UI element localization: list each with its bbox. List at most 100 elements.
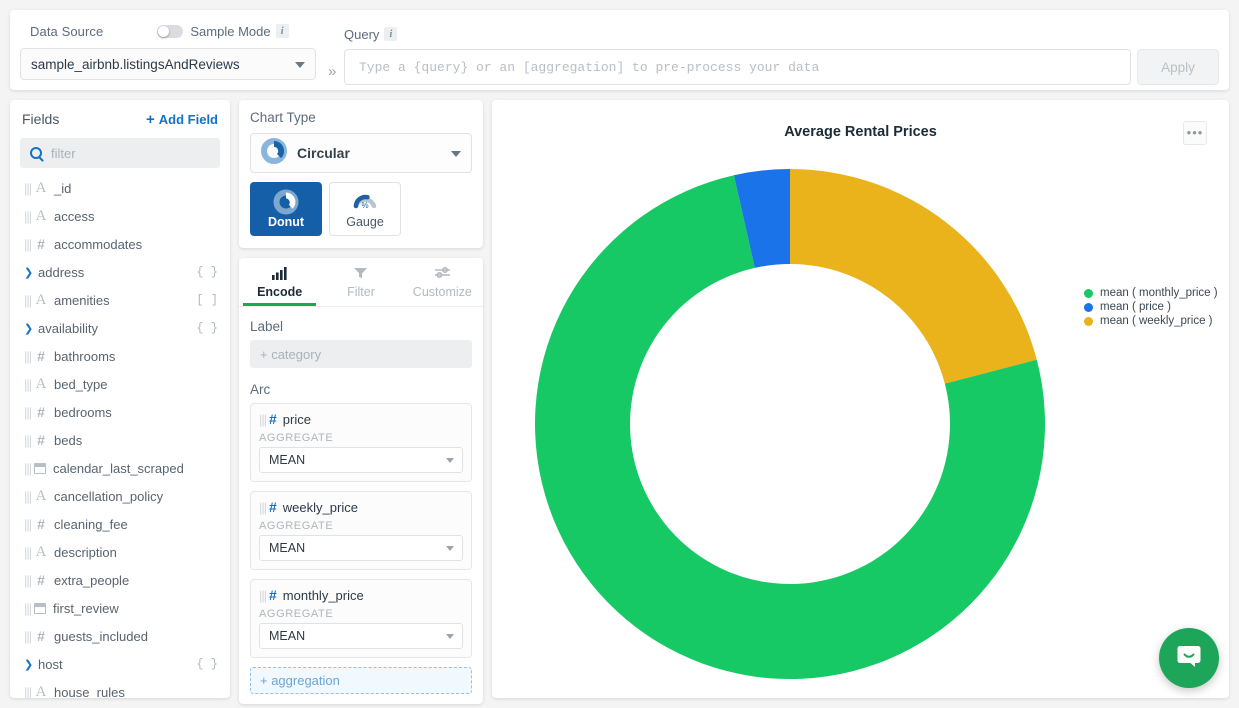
apply-button[interactable]: Apply bbox=[1137, 49, 1219, 85]
drag-handle-icon[interactable]: ||| bbox=[24, 545, 32, 560]
drag-handle-icon[interactable]: ||| bbox=[24, 629, 32, 644]
string-type-icon: A bbox=[32, 376, 50, 393]
expand-icon[interactable]: ❯ bbox=[24, 266, 38, 279]
chart-type-title: Chart Type bbox=[250, 110, 472, 125]
field-row-bed_type[interactable]: |||Abed_type bbox=[10, 370, 230, 398]
tab-label: Filter bbox=[347, 285, 375, 299]
data-source-select[interactable]: sample_airbnb.listingsAndReviews bbox=[20, 48, 316, 80]
chart-config-column: Chart Type Circular Donut %Gauge Encode Fi… bbox=[239, 100, 483, 704]
query-input[interactable] bbox=[344, 49, 1131, 85]
arc-channel-price[interactable]: |||#priceAGGREGATEMEAN bbox=[250, 403, 472, 482]
drag-handle-icon[interactable]: ||| bbox=[24, 685, 32, 699]
channel-field-name: monthly_price bbox=[283, 588, 364, 603]
drag-handle-icon[interactable]: ||| bbox=[24, 517, 32, 532]
number-type-icon: # bbox=[32, 348, 50, 364]
arc-channel-weekly_price[interactable]: |||#weekly_priceAGGREGATEMEAN bbox=[250, 491, 472, 570]
chat-launcher-button[interactable] bbox=[1159, 628, 1219, 688]
chevron-down-icon bbox=[451, 151, 461, 157]
aggregate-caption: AGGREGATE bbox=[259, 520, 463, 532]
field-row-access[interactable]: |||Aaccess bbox=[10, 202, 230, 230]
legend-item[interactable]: mean ( price ) bbox=[1084, 300, 1218, 314]
chart-type-card: Chart Type Circular Donut %Gauge bbox=[239, 100, 483, 248]
field-row-host[interactable]: ❯host{ } bbox=[10, 650, 230, 678]
chart-panel: Average Rental Prices ••• mean ( monthly… bbox=[492, 100, 1229, 698]
field-filter-box[interactable]: filter bbox=[20, 138, 220, 168]
drag-handle-icon[interactable]: ||| bbox=[24, 181, 32, 196]
add-aggregation-button[interactable]: + aggregation bbox=[250, 667, 472, 694]
field-row-bedrooms[interactable]: |||#bedrooms bbox=[10, 398, 230, 426]
expand-icon[interactable]: ❯ bbox=[24, 322, 38, 335]
field-name: availability bbox=[38, 321, 196, 336]
chart-type-option-label: Donut bbox=[268, 215, 304, 229]
aggregate-select[interactable]: MEAN bbox=[259, 623, 463, 649]
drag-handle-icon[interactable]: ||| bbox=[24, 461, 32, 476]
drag-handle-icon[interactable]: ||| bbox=[259, 412, 267, 427]
chart-type-gauge-button[interactable]: %Gauge bbox=[329, 182, 401, 236]
field-row-description[interactable]: |||Adescription bbox=[10, 538, 230, 566]
field-type-tag: { } bbox=[196, 657, 218, 671]
calendar-icon bbox=[34, 603, 46, 614]
legend-item[interactable]: mean ( weekly_price ) bbox=[1084, 314, 1218, 328]
chart-legend: mean ( monthly_price )mean ( price )mean… bbox=[1084, 286, 1218, 328]
info-icon[interactable]: i bbox=[276, 24, 289, 38]
tab-customize[interactable]: Customize bbox=[402, 258, 483, 306]
drag-handle-icon[interactable]: ||| bbox=[24, 377, 32, 392]
chart-type-select[interactable]: Circular bbox=[250, 133, 472, 173]
field-row-_id[interactable]: |||A_id bbox=[10, 174, 230, 202]
chart-type-option-label: Gauge bbox=[346, 215, 384, 229]
encode-tab-icon bbox=[271, 266, 288, 283]
field-row-accommodates[interactable]: |||#accommodates bbox=[10, 230, 230, 258]
aggregate-select[interactable]: MEAN bbox=[259, 535, 463, 561]
field-row-availability[interactable]: ❯availability{ } bbox=[10, 314, 230, 342]
expand-panel-button[interactable]: » bbox=[328, 63, 336, 80]
drag-handle-icon[interactable]: ||| bbox=[24, 293, 32, 308]
donut-chart[interactable] bbox=[492, 100, 1229, 698]
drag-handle-icon[interactable]: ||| bbox=[24, 237, 32, 252]
add-field-button[interactable]: + Add Field bbox=[146, 111, 218, 128]
field-row-amenities[interactable]: |||Aamenities[ ] bbox=[10, 286, 230, 314]
label-section-title: Label bbox=[250, 319, 472, 334]
field-row-beds[interactable]: |||#beds bbox=[10, 426, 230, 454]
drag-handle-icon[interactable]: ||| bbox=[259, 588, 267, 603]
field-row-house_rules[interactable]: |||Ahouse_rules bbox=[10, 678, 230, 698]
sample-mode-toggle[interactable] bbox=[157, 25, 183, 38]
drag-handle-icon[interactable]: ||| bbox=[259, 500, 267, 515]
field-type-tag: { } bbox=[196, 265, 218, 279]
field-row-cancellation_policy[interactable]: |||Acancellation_policy bbox=[10, 482, 230, 510]
drag-handle-icon[interactable]: ||| bbox=[24, 573, 32, 588]
tab-filter[interactable]: Filter bbox=[320, 258, 401, 306]
field-row-address[interactable]: ❯address{ } bbox=[10, 258, 230, 286]
channel-header: |||#price bbox=[259, 411, 463, 427]
aggregate-select[interactable]: MEAN bbox=[259, 447, 463, 473]
top-toolbar: Data Source Sample Mode i sample_airbnb.… bbox=[10, 10, 1229, 90]
chart-type-donut-button[interactable]: Donut bbox=[250, 182, 322, 236]
drag-handle-icon[interactable]: ||| bbox=[24, 433, 32, 448]
number-type-icon: # bbox=[32, 404, 50, 420]
field-row-first_review[interactable]: |||first_review bbox=[10, 594, 230, 622]
expand-icon[interactable]: ❯ bbox=[24, 658, 38, 671]
drag-handle-icon[interactable]: ||| bbox=[24, 601, 32, 616]
query-info-icon[interactable]: i bbox=[384, 27, 397, 41]
drag-handle-icon[interactable]: ||| bbox=[24, 405, 32, 420]
label-dropzone[interactable]: + category bbox=[250, 340, 472, 368]
field-row-guests_included[interactable]: |||#guests_included bbox=[10, 622, 230, 650]
section-spacer bbox=[250, 368, 472, 382]
tab-encode[interactable]: Encode bbox=[239, 258, 320, 306]
field-name: _id bbox=[54, 181, 218, 196]
field-row-bathrooms[interactable]: |||#bathrooms bbox=[10, 342, 230, 370]
field-row-extra_people[interactable]: |||#extra_people bbox=[10, 566, 230, 594]
string-type-icon: A bbox=[32, 488, 50, 505]
donut-slice-meanweekly_price[interactable] bbox=[790, 169, 1037, 384]
arc-channel-monthly_price[interactable]: |||#monthly_priceAGGREGATEMEAN bbox=[250, 579, 472, 658]
aggregate-value: MEAN bbox=[269, 453, 305, 467]
field-row-cleaning_fee[interactable]: |||#cleaning_fee bbox=[10, 510, 230, 538]
drag-handle-icon[interactable]: ||| bbox=[24, 489, 32, 504]
field-name: bed_type bbox=[54, 377, 218, 392]
legend-item[interactable]: mean ( monthly_price ) bbox=[1084, 286, 1218, 300]
donut-icon bbox=[273, 189, 299, 215]
legend-label: mean ( weekly_price ) bbox=[1100, 315, 1212, 327]
drag-handle-icon[interactable]: ||| bbox=[24, 209, 32, 224]
data-source-label: Data Source bbox=[30, 24, 103, 39]
field-row-calendar_last_scraped[interactable]: |||calendar_last_scraped bbox=[10, 454, 230, 482]
drag-handle-icon[interactable]: ||| bbox=[24, 349, 32, 364]
